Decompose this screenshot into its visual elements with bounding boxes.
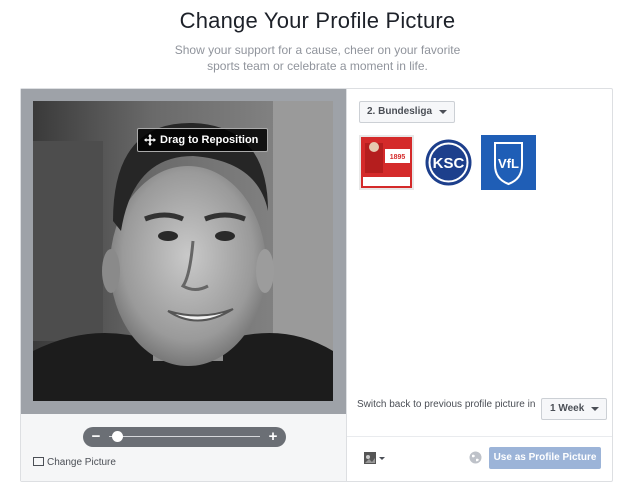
change-picture-label: Change Picture bbox=[47, 457, 116, 468]
profile-picture-panel: Drag to Reposition − + Change Picture 2.… bbox=[20, 88, 613, 482]
profile-photo[interactable]: Drag to Reposition bbox=[33, 101, 333, 401]
zoom-in-button[interactable]: + bbox=[263, 427, 283, 447]
use-as-profile-picture-button[interactable]: Use as Profile Picture bbox=[489, 447, 601, 469]
zoom-slider-handle[interactable] bbox=[112, 431, 123, 442]
change-picture-link[interactable]: Change Picture bbox=[33, 457, 116, 468]
drag-to-reposition-label: Drag to Reposition bbox=[160, 134, 259, 146]
switch-back-text: Switch back to previous profile picture … bbox=[357, 399, 536, 410]
frame-category-label: 2. Bundesliga bbox=[367, 106, 433, 117]
chevron-down-icon bbox=[591, 407, 600, 411]
fortuna-frame-image: 1895 bbox=[359, 135, 414, 190]
photo-frame: Drag to Reposition bbox=[21, 89, 346, 414]
fortuna-badge-text: 1895 bbox=[390, 154, 406, 161]
frame-category-dropdown[interactable]: 2. Bundesliga bbox=[359, 101, 456, 123]
frame-thumbnail-fortuna[interactable]: 1895 bbox=[359, 135, 414, 190]
move-icon bbox=[144, 134, 156, 146]
frame-thumbnail-vfl-bochum[interactable]: VfL bbox=[481, 135, 536, 190]
subtitle-line-2: sports team or celebrate a moment in lif… bbox=[207, 59, 428, 73]
picture-icon bbox=[33, 457, 44, 466]
photo-editor: Drag to Reposition − + Change Picture bbox=[21, 89, 347, 481]
duration-value: 1 Week bbox=[550, 403, 585, 414]
drag-to-reposition-button[interactable]: Drag to Reposition bbox=[137, 128, 269, 152]
frame-picker: 2. Bundesliga 1895 KSC VfL Switch back t… bbox=[347, 89, 612, 481]
zoom-out-button[interactable]: − bbox=[86, 427, 106, 447]
vfl-bochum-frame-image: VfL bbox=[481, 135, 536, 190]
frame-thumbnail-ksc[interactable]: KSC bbox=[421, 135, 476, 190]
page-subtitle: Show your support for a cause, cheer on … bbox=[150, 42, 485, 74]
globe-icon bbox=[469, 451, 482, 464]
page-title: Change Your Profile Picture bbox=[179, 8, 456, 33]
subtitle-line-1: Show your support for a cause, cheer on … bbox=[174, 43, 461, 57]
duration-dropdown[interactable]: 1 Week bbox=[541, 398, 608, 420]
ksc-frame-image: KSC bbox=[421, 135, 476, 190]
privacy-selector[interactable] bbox=[363, 450, 389, 466]
audience-icon bbox=[364, 452, 385, 464]
ksc-badge-text: KSC bbox=[433, 155, 465, 172]
zoom-slider[interactable]: − + bbox=[83, 427, 286, 447]
footer-divider bbox=[347, 436, 612, 437]
zoom-slider-track[interactable] bbox=[109, 436, 260, 437]
chevron-down-icon bbox=[439, 110, 448, 114]
vfl-badge-text: VfL bbox=[498, 156, 519, 171]
